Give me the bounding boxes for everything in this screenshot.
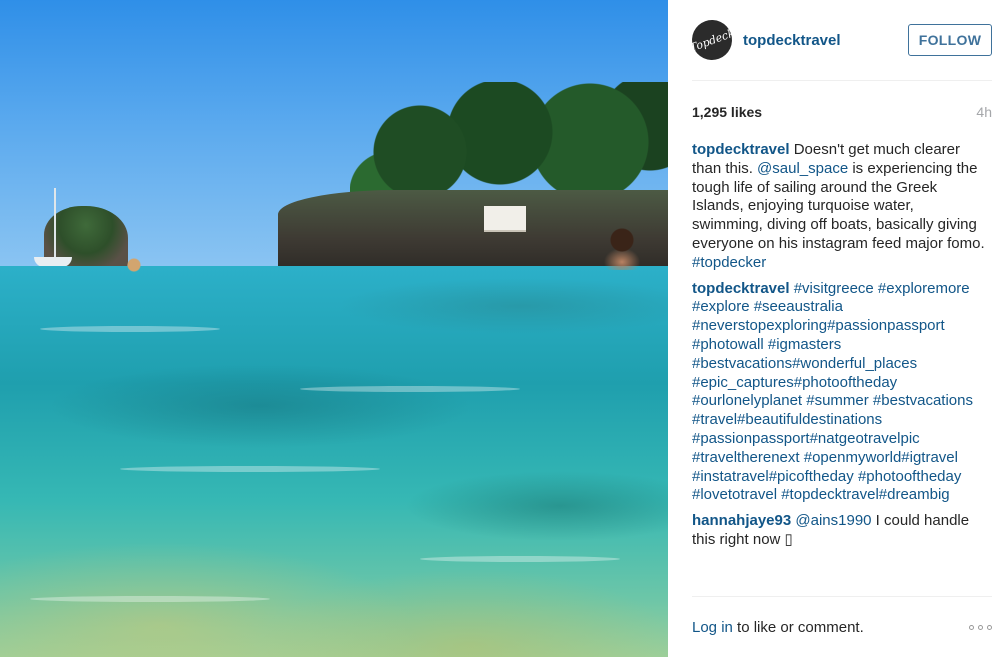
more-dot [987,624,992,630]
hashtag-link[interactable]: #topdecker [692,254,766,271]
like-count: 1,295 likes [692,104,763,120]
author-username[interactable]: topdecktravel [743,32,841,49]
more-options-icon[interactable] [969,624,992,630]
more-dot [978,624,983,630]
post-photo[interactable] [0,0,668,657]
avatar[interactable]: Topdeck [686,14,738,66]
photo-sailboat-mast [54,188,56,258]
follow-button[interactable]: FOLLOW [908,24,992,56]
caption-comment: topdecktravel Doesn't get much clearer t… [692,141,988,273]
mention-link[interactable]: @ains1990 [795,512,871,529]
reply-comment: hannahjaye93 @ains1990 I could handle th… [692,512,988,550]
hashtag-comment: topdecktravel #visitgreece #exploremore … [692,280,988,506]
avatar-logo-text: Topdeck [687,25,737,55]
hashtag-list[interactable]: #visitgreece #exploremore #explore #seea… [692,280,973,504]
photo-swimmer-small [126,258,142,272]
login-link[interactable]: Log in [692,619,733,636]
comment-username[interactable]: topdecktravel [692,280,790,297]
post-footer: Log in to like or comment. [692,596,992,657]
comment-username[interactable]: topdecktravel [692,141,790,158]
photo-house [484,206,526,232]
photo-ripple [120,466,380,472]
mention-link[interactable]: @saul_space [757,160,848,177]
photo-ripple [40,326,220,332]
photo-ripple [420,556,620,562]
post-stats: 1,295 likes 4h [692,102,992,122]
comment-username[interactable]: hannahjaye93 [692,512,791,529]
post-header: Topdeck topdecktravel FOLLOW [686,0,992,81]
post-side-panel: Topdeck topdecktravel FOLLOW 1,295 likes… [668,0,1000,657]
more-dot [969,624,974,630]
instagram-post: Topdeck topdecktravel FOLLOW 1,295 likes… [0,0,1000,657]
emoji-glyph: ▯ [784,530,793,548]
comment-list: topdecktravel Doesn't get much clearer t… [692,141,988,557]
photo-ripple [30,596,270,602]
login-prompt-text: to like or comment. [732,618,864,636]
login-prompt: Log in to like or comment. [692,619,864,636]
post-timestamp[interactable]: 4h [976,104,992,120]
photo-ripple [300,386,520,392]
photo-swimmer [604,226,640,270]
photo-sea [0,266,668,657]
